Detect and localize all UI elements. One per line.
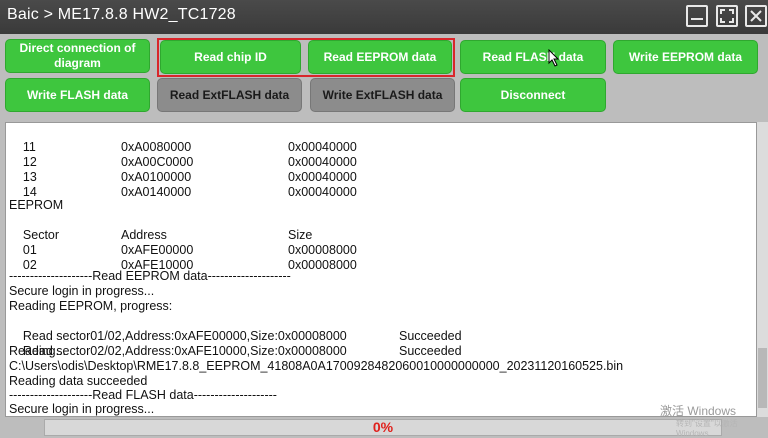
eeprom-row: 02 0xAFE10000 0x00008000 (22, 258, 357, 272)
log-scrollbar[interactable] (757, 122, 768, 417)
write-flash-button[interactable]: Write FLASH data (5, 78, 150, 112)
eeprom-header: EEPROM (9, 198, 64, 212)
close-button[interactable] (745, 5, 767, 27)
log-line: Reading data succeeded (9, 374, 148, 388)
progress-bar: 0% (44, 419, 722, 436)
minimize-icon (691, 18, 703, 20)
read-flash-button[interactable]: Read FLASH data (460, 40, 606, 74)
log-line: Reading EEPROM, progress: (9, 299, 173, 313)
windows-activation-watermark: 激活 Windows (660, 404, 737, 418)
log-line-sector: Read sector02/02,Address:0xAFE10000,Size… (22, 344, 462, 358)
flash-row: 12 0xA00C0000 0x00040000 (22, 155, 357, 169)
log-line: Reading... (9, 344, 66, 358)
log-line: Secure login in progress... (9, 402, 155, 416)
log-file-path: C:\Users\odis\Desktop\RME17.8.8_EEPROM_4… (9, 359, 624, 373)
log-line: Secure login in progress... (9, 284, 155, 298)
maximize-icon (720, 9, 734, 23)
separator-read-eeprom: --------------------Read EEPROM data----… (9, 269, 291, 283)
scrollbar-thumb[interactable] (758, 348, 767, 408)
separator-read-flash: --------------------Read FLASH data-----… (9, 388, 277, 402)
flash-row: 13 0xA0100000 0x00040000 (22, 170, 357, 184)
eeprom-column-headers: Sector Address Size (22, 228, 313, 242)
flash-row: 11 0xA0080000 0x00040000 (22, 140, 357, 154)
disconnect-button[interactable]: Disconnect (460, 78, 606, 112)
maximize-button[interactable] (716, 5, 738, 27)
annotation-highlight-box (157, 38, 455, 77)
write-eeprom-button[interactable]: Write EEPROM data (613, 40, 758, 74)
write-extflash-button[interactable]: Write ExtFLASH data (310, 78, 455, 112)
windows-activation-watermark-sub: 转到"设置"以激活 Windows (676, 419, 738, 438)
mouse-cursor-icon (548, 49, 560, 67)
read-extflash-button[interactable]: Read ExtFLASH data (157, 78, 302, 112)
log-output[interactable]: 11 0xA0080000 0x00040000 12 0xA00C0000 0x000… (5, 122, 757, 417)
eeprom-row: 01 0xAFE00000 0x00008000 (22, 243, 357, 257)
flash-row: 14 0xA0140000 0x00040000 (22, 185, 357, 199)
minimize-button[interactable] (686, 5, 708, 27)
window-title: Baic > ME17.8.8 HW2_TC1728 (7, 6, 236, 23)
title-bar: Baic > ME17.8.8 HW2_TC1728 (0, 0, 768, 34)
log-line-sector: Read sector01/02,Address:0xAFE00000,Size… (22, 329, 462, 343)
progress-percent: 0% (372, 419, 394, 435)
close-icon (750, 10, 762, 22)
direct-connection-button[interactable]: Direct connection of diagram (5, 39, 150, 73)
